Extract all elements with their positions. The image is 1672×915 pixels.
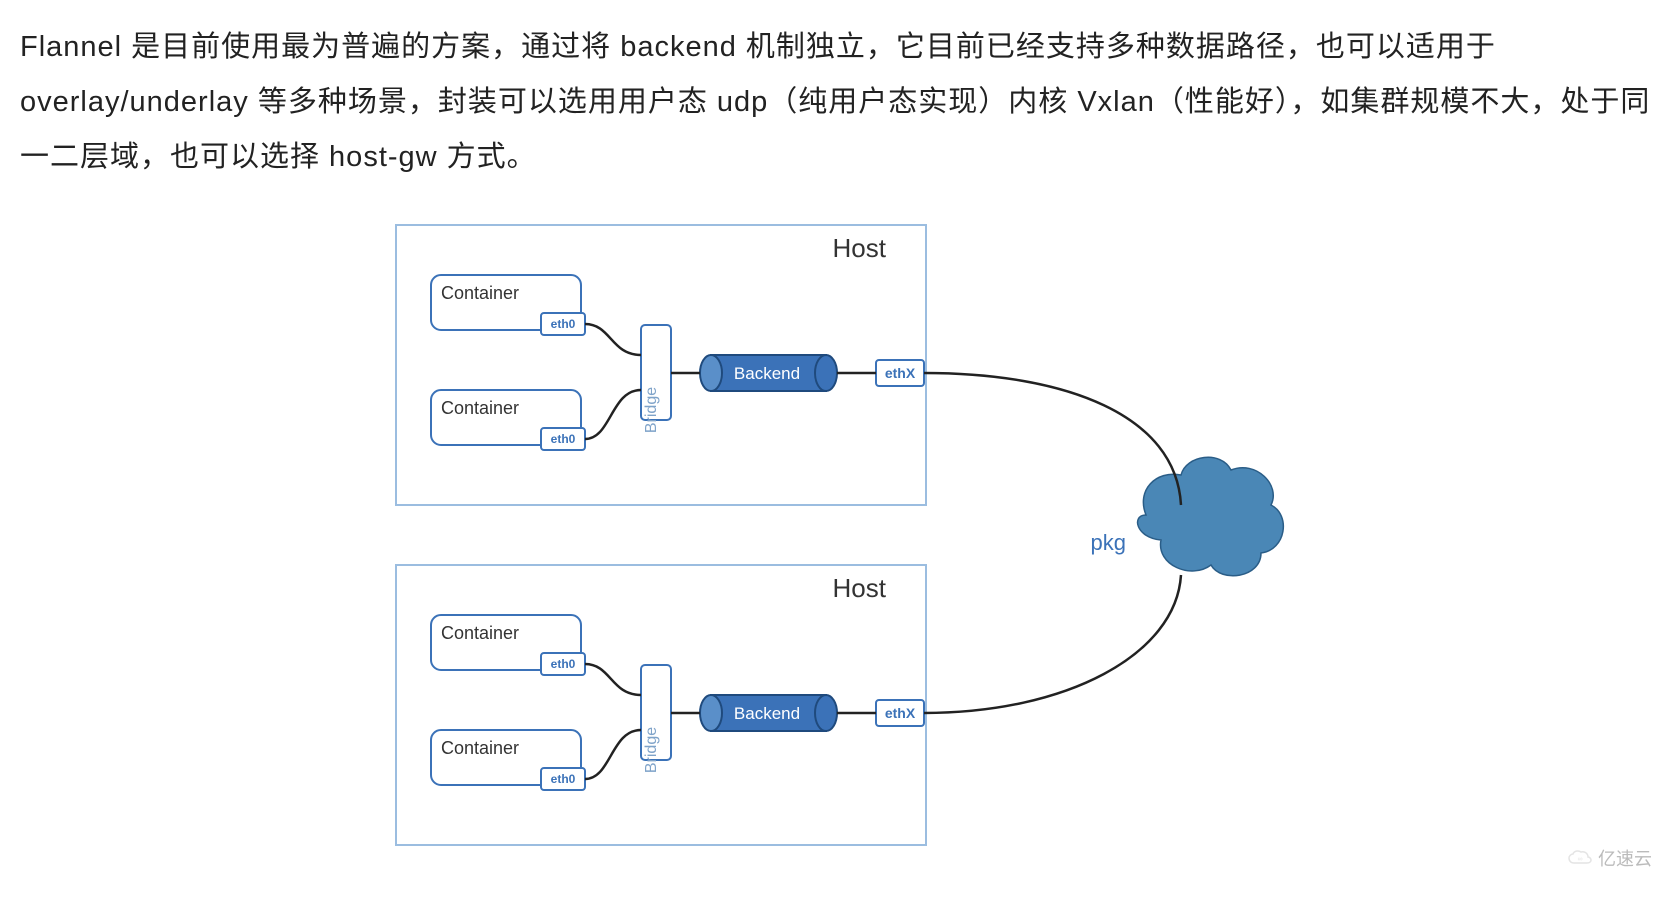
host-1-line-c2-bridge	[585, 390, 641, 439]
host-1-container-1-label: Container	[441, 283, 519, 303]
watermark-text: 亿速云	[1598, 845, 1652, 871]
flannel-diagram: Host Container eth0 Container eth0 Bridg…	[386, 215, 1286, 895]
host-1-backend-label: Backend	[734, 364, 800, 383]
cloud-icon: ∞	[1567, 849, 1593, 867]
host-1-bridge-label: Bridge	[643, 387, 660, 433]
host-1-container-1: Container eth0	[431, 275, 585, 335]
host-1-ethx-label: ethX	[885, 365, 916, 381]
host-1-container-2-label: Container	[441, 398, 519, 418]
host-1-label: Host	[833, 233, 887, 263]
host-1-container-2-eth: eth0	[551, 432, 576, 446]
host-2-container-1: Container eth0	[431, 615, 585, 675]
host-2-bridge-label: Bridge	[643, 727, 660, 773]
host-2-backend-label: Backend	[734, 704, 800, 723]
host-2-container-2-eth: eth0	[551, 772, 576, 786]
host-1: Host Container eth0 Container eth0 Bridg…	[396, 225, 926, 505]
host-1-line-c1-bridge	[585, 324, 641, 355]
host-2: Host Container eth0 Container eth0 Bridg…	[396, 565, 926, 845]
host-2-backend: Backend	[700, 695, 837, 731]
host-2-container-2-label: Container	[441, 738, 519, 758]
host-2-container-2: Container eth0	[431, 730, 585, 790]
line-host2-cloud	[924, 575, 1181, 713]
host-2-line-c1-bridge	[585, 664, 641, 695]
line-host1-cloud	[924, 373, 1181, 505]
pkg-cloud: pkg	[1091, 458, 1284, 576]
watermark: ∞ 亿速云	[1567, 845, 1652, 871]
pkg-label: pkg	[1091, 530, 1126, 555]
host-2-container-1-label: Container	[441, 623, 519, 643]
host-2-label: Host	[833, 573, 887, 603]
host-2-line-c2-bridge	[585, 730, 641, 779]
host-2-container-1-eth: eth0	[551, 657, 576, 671]
svg-text:∞: ∞	[1578, 856, 1583, 863]
host-1-backend: Backend	[700, 355, 837, 391]
host-2-ethx-label: ethX	[885, 705, 916, 721]
description-text: Flannel 是目前使用最为普遍的方案，通过将 backend 机制独立，它目…	[20, 20, 1652, 185]
host-1-container-2: Container eth0	[431, 390, 585, 450]
host-1-container-1-eth: eth0	[551, 317, 576, 331]
